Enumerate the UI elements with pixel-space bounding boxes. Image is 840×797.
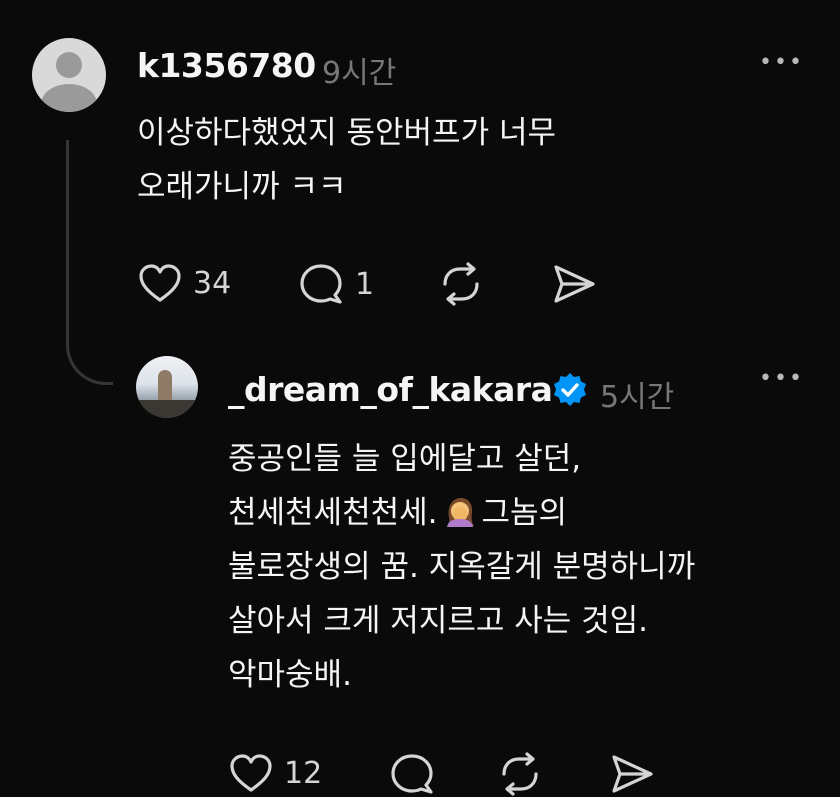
avatar-photo-railing: [136, 400, 198, 418]
reply-line: 불로장생의 꿈. 지옥갈게 분명하니까: [228, 549, 696, 585]
person-icon-body: [41, 84, 97, 112]
thread-connector-line: [66, 140, 113, 385]
comment-line: 오래가니까 ㅋㅋ: [137, 169, 347, 205]
more-options-icon[interactable]: •••: [759, 52, 804, 74]
reply-line: 천세천세천천세. 그놈의: [228, 486, 695, 540]
comment-time: 9시간: [322, 56, 397, 91]
thread-view: k1356780 9시간 ••• 이상하다했었지 동안버프가 너무 오래가니까 …: [0, 0, 840, 797]
heart-icon: [139, 264, 181, 302]
like-button[interactable]: 34: [137, 262, 231, 304]
comment-username[interactable]: k1356780: [137, 46, 316, 85]
person-icon-head: [56, 52, 82, 78]
reply-line: 살아서 크게 저지르고 사는 것임.: [228, 603, 649, 639]
reply-comment-button[interactable]: [388, 752, 436, 796]
reply-count: 1: [355, 266, 375, 302]
comment-line: 이상하다했었지 동안버프가 너무: [137, 115, 556, 151]
verified-badge-icon: [554, 373, 586, 406]
reply-time: 5시간: [600, 380, 675, 415]
reply-line: 악마숭배.: [228, 657, 352, 693]
repost-icon: [443, 262, 479, 306]
send-icon: [554, 265, 595, 303]
avatar-photo-figure: [158, 370, 172, 402]
reply-like-count: 12: [284, 755, 323, 791]
reply-body: 중공인들 늘 입에달고 살던, 천세천세천천세. 그놈의 불로장생의 꿈. 지옥…: [228, 432, 695, 702]
reply-line: 중공인들 늘 입에달고 살던,: [228, 441, 582, 477]
reply-avatar[interactable]: [136, 356, 198, 418]
reply-button[interactable]: 1: [297, 262, 374, 306]
comment-bubble-icon: [391, 754, 433, 794]
reply-line-text: 천세천세천천세.: [228, 495, 438, 531]
avatar[interactable]: [32, 38, 106, 112]
reply-more-options-icon[interactable]: •••: [759, 368, 804, 390]
send-icon: [612, 755, 653, 793]
share-button[interactable]: [551, 262, 597, 306]
repost-button[interactable]: [438, 262, 484, 306]
reply-username[interactable]: _dream_of_kakara: [228, 370, 553, 409]
heart-icon: [230, 754, 272, 792]
like-count: 34: [193, 265, 232, 301]
reply-like-button[interactable]: 12: [228, 752, 322, 794]
repost-icon: [502, 752, 538, 796]
reply-repost-button[interactable]: [497, 752, 543, 796]
comment-body: 이상하다했었지 동안버프가 너무 오래가니까 ㅋㅋ: [137, 106, 556, 214]
comment-bubble-icon: [300, 264, 342, 304]
reply-share-button[interactable]: [609, 752, 655, 796]
face-palm-emoji-icon: [446, 498, 474, 527]
reply-line-text: 그놈의: [481, 495, 568, 531]
